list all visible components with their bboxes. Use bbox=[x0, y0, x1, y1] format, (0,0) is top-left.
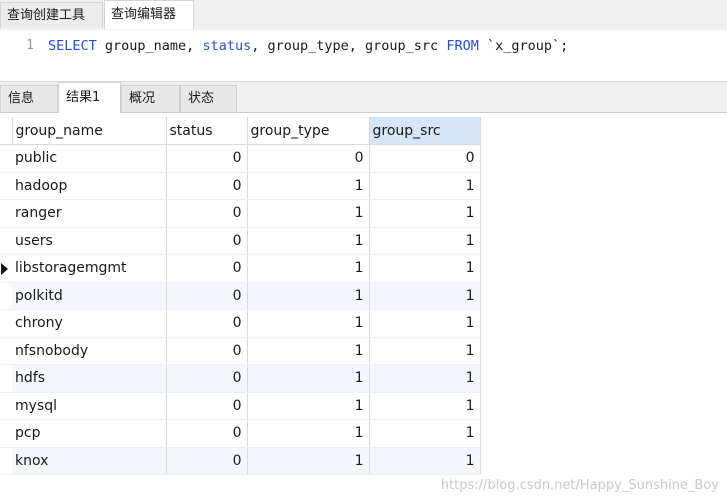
cell-status[interactable]: 0 bbox=[166, 254, 248, 283]
tab-result1[interactable]: 结果1 bbox=[58, 82, 121, 113]
table-row[interactable]: pcp 0 1 1 bbox=[0, 419, 481, 448]
cell-group-name[interactable]: mysql bbox=[12, 392, 167, 420]
cell-status[interactable]: 0 bbox=[166, 392, 248, 420]
table-row[interactable]: polkitd 0 1 1 bbox=[0, 282, 481, 310]
cell-group-name[interactable]: hadoop bbox=[12, 172, 167, 200]
column-header-status[interactable]: status bbox=[166, 117, 248, 145]
sql-statement[interactable]: SELECT group_name, status, group_type, g… bbox=[48, 38, 568, 54]
cell-group-name[interactable]: ranger bbox=[12, 199, 167, 228]
cell-group-name[interactable]: libstoragemgmt bbox=[12, 254, 167, 283]
cell-group-name[interactable]: hdfs bbox=[12, 364, 167, 393]
cell-group-type[interactable]: 1 bbox=[247, 227, 370, 255]
cell-group-name[interactable]: chrony bbox=[12, 309, 167, 338]
watermark-url: https://blog.csdn.net/Happy_Sunshine_Boy bbox=[440, 478, 719, 493]
cell-group-type[interactable]: 0 bbox=[247, 144, 370, 173]
cell-group-type[interactable]: 1 bbox=[247, 364, 370, 393]
cell-group-name[interactable]: pcp bbox=[12, 419, 167, 448]
cell-group-name[interactable]: nfsnobody bbox=[12, 337, 167, 365]
row-indicator bbox=[0, 144, 12, 173]
cell-group-src[interactable]: 1 bbox=[369, 447, 481, 475]
cell-group-src[interactable]: 1 bbox=[369, 364, 481, 393]
cell-group-type[interactable]: 1 bbox=[247, 282, 370, 310]
table-row-current[interactable]: libstoragemgmt 0 1 1 bbox=[0, 254, 481, 283]
cell-group-type[interactable]: 1 bbox=[247, 337, 370, 365]
row-indicator bbox=[0, 199, 12, 228]
row-indicator bbox=[0, 172, 12, 200]
sql-editor[interactable]: 1 SELECT group_name, status, group_type,… bbox=[0, 30, 727, 78]
table-row[interactable]: hdfs 0 1 1 bbox=[0, 364, 481, 393]
cell-group-src[interactable]: 1 bbox=[369, 282, 481, 310]
result-tabs-bar: 信息 结果1 概况 状态 bbox=[0, 81, 727, 113]
table-row[interactable]: knox 0 1 1 bbox=[0, 447, 481, 475]
tab-query-builder[interactable]: 查询创建工具 bbox=[0, 2, 103, 28]
cell-status[interactable]: 0 bbox=[166, 199, 248, 228]
tab-status[interactable]: 状态 bbox=[180, 85, 237, 112]
cell-status[interactable]: 0 bbox=[166, 309, 248, 338]
table-row[interactable]: public 0 0 0 bbox=[0, 144, 481, 173]
keyword-from: FROM bbox=[446, 38, 479, 54]
cell-group-name[interactable]: users bbox=[12, 227, 167, 255]
cell-group-type[interactable]: 1 bbox=[247, 419, 370, 448]
cell-group-name[interactable]: knox bbox=[12, 447, 167, 475]
column-header-group-type[interactable]: group_type bbox=[247, 117, 370, 145]
cell-group-name[interactable]: public bbox=[12, 144, 167, 173]
cell-group-src[interactable]: 1 bbox=[369, 227, 481, 255]
select-columns-rest: , group_type, group_src bbox=[251, 38, 447, 54]
row-indicator bbox=[0, 392, 12, 420]
row-indicator bbox=[0, 227, 12, 255]
result-grid: group_name status group_type group_src p… bbox=[0, 117, 481, 475]
cell-status[interactable]: 0 bbox=[166, 227, 248, 255]
cell-group-type[interactable]: 1 bbox=[247, 254, 370, 283]
select-columns: group_name, bbox=[96, 38, 203, 54]
tab-overview[interactable]: 概况 bbox=[121, 85, 180, 112]
cell-group-type[interactable]: 1 bbox=[247, 392, 370, 420]
header-row: group_name status group_type group_src bbox=[0, 117, 481, 145]
tab-query-editor[interactable]: 查询编辑器 bbox=[104, 0, 194, 29]
cell-group-src[interactable]: 1 bbox=[369, 419, 481, 448]
cell-status[interactable]: 0 bbox=[166, 144, 248, 173]
row-indicator-header bbox=[0, 117, 13, 145]
cell-group-type[interactable]: 1 bbox=[247, 199, 370, 228]
cell-status[interactable]: 0 bbox=[166, 337, 248, 365]
table-row[interactable]: users 0 1 1 bbox=[0, 227, 481, 255]
row-indicator bbox=[0, 282, 12, 310]
column-header-group-name[interactable]: group_name bbox=[12, 117, 167, 145]
row-indicator bbox=[0, 447, 12, 475]
table-row[interactable]: hadoop 0 1 1 bbox=[0, 172, 481, 200]
table-row[interactable]: chrony 0 1 1 bbox=[0, 309, 481, 338]
cell-status[interactable]: 0 bbox=[166, 282, 248, 310]
cell-group-type[interactable]: 1 bbox=[247, 172, 370, 200]
cell-status[interactable]: 0 bbox=[166, 172, 248, 200]
row-indicator bbox=[0, 337, 12, 365]
cell-group-src[interactable]: 1 bbox=[369, 172, 481, 200]
cell-status[interactable]: 0 bbox=[166, 419, 248, 448]
cell-status[interactable]: 0 bbox=[166, 364, 248, 393]
cell-group-src[interactable]: 0 bbox=[369, 144, 481, 173]
keyword-status: status bbox=[202, 38, 252, 54]
cell-group-name[interactable]: polkitd bbox=[12, 282, 167, 310]
cell-group-src[interactable]: 1 bbox=[369, 254, 481, 283]
query-tabs-bar: 查询创建工具 查询编辑器 bbox=[0, 0, 727, 31]
line-number: 1 bbox=[26, 38, 34, 53]
row-indicator bbox=[0, 419, 12, 448]
keyword-select: SELECT bbox=[48, 38, 97, 54]
cell-group-src[interactable]: 1 bbox=[369, 309, 481, 338]
table-row[interactable]: nfsnobody 0 1 1 bbox=[0, 337, 481, 365]
current-row-arrow-icon bbox=[0, 254, 12, 283]
cell-group-type[interactable]: 1 bbox=[247, 309, 370, 338]
cell-status[interactable]: 0 bbox=[166, 447, 248, 475]
row-indicator bbox=[0, 309, 12, 338]
table-row[interactable]: mysql 0 1 1 bbox=[0, 392, 481, 420]
cell-group-type[interactable]: 1 bbox=[247, 447, 370, 475]
cell-group-src[interactable]: 1 bbox=[369, 392, 481, 420]
table-row[interactable]: ranger 0 1 1 bbox=[0, 199, 481, 228]
row-indicator bbox=[0, 364, 12, 393]
tab-info[interactable]: 信息 bbox=[0, 85, 58, 112]
column-header-group-src[interactable]: group_src bbox=[369, 117, 481, 145]
cell-group-src[interactable]: 1 bbox=[369, 199, 481, 228]
cell-group-src[interactable]: 1 bbox=[369, 337, 481, 365]
table-name: `x_group`; bbox=[478, 38, 569, 54]
